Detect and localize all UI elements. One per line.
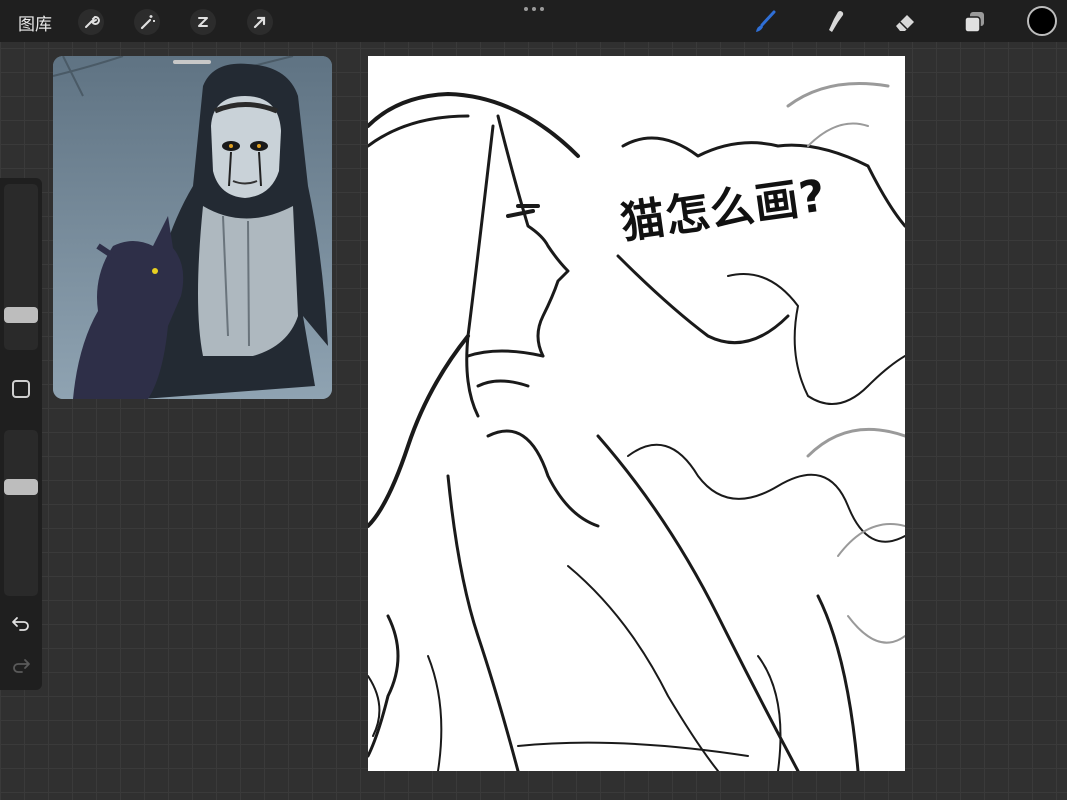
- opacity-slider[interactable]: [4, 430, 38, 596]
- layers-icon[interactable]: [961, 9, 987, 35]
- magic-wand-icon[interactable]: [134, 9, 160, 35]
- wrench-icon[interactable]: [78, 9, 104, 35]
- color-picker-button[interactable]: [1027, 6, 1057, 36]
- opacity-thumb[interactable]: [4, 479, 38, 495]
- left-sidebar: [0, 178, 42, 690]
- transform-arrow-icon[interactable]: [247, 9, 273, 35]
- undo-icon[interactable]: [10, 612, 32, 634]
- brush-size-thumb[interactable]: [4, 307, 38, 323]
- smudge-icon[interactable]: [822, 9, 848, 35]
- eraser-icon[interactable]: [892, 9, 918, 35]
- reference-image-window[interactable]: [53, 56, 332, 399]
- redo-icon[interactable]: [10, 654, 32, 676]
- modify-button[interactable]: [12, 380, 30, 398]
- top-toolbar: 图库: [0, 0, 1067, 42]
- drawing-canvas[interactable]: 猫怎么画?: [368, 56, 905, 771]
- sketch-strokes: [368, 82, 905, 771]
- gallery-button[interactable]: 图库: [18, 10, 52, 35]
- reference-illustration: [53, 56, 332, 399]
- brush-size-slider[interactable]: [4, 184, 38, 350]
- reference-drag-handle[interactable]: [173, 60, 211, 64]
- brush-icon[interactable]: [752, 9, 778, 35]
- more-options-icon[interactable]: [522, 4, 546, 14]
- selection-icon[interactable]: [190, 9, 216, 35]
